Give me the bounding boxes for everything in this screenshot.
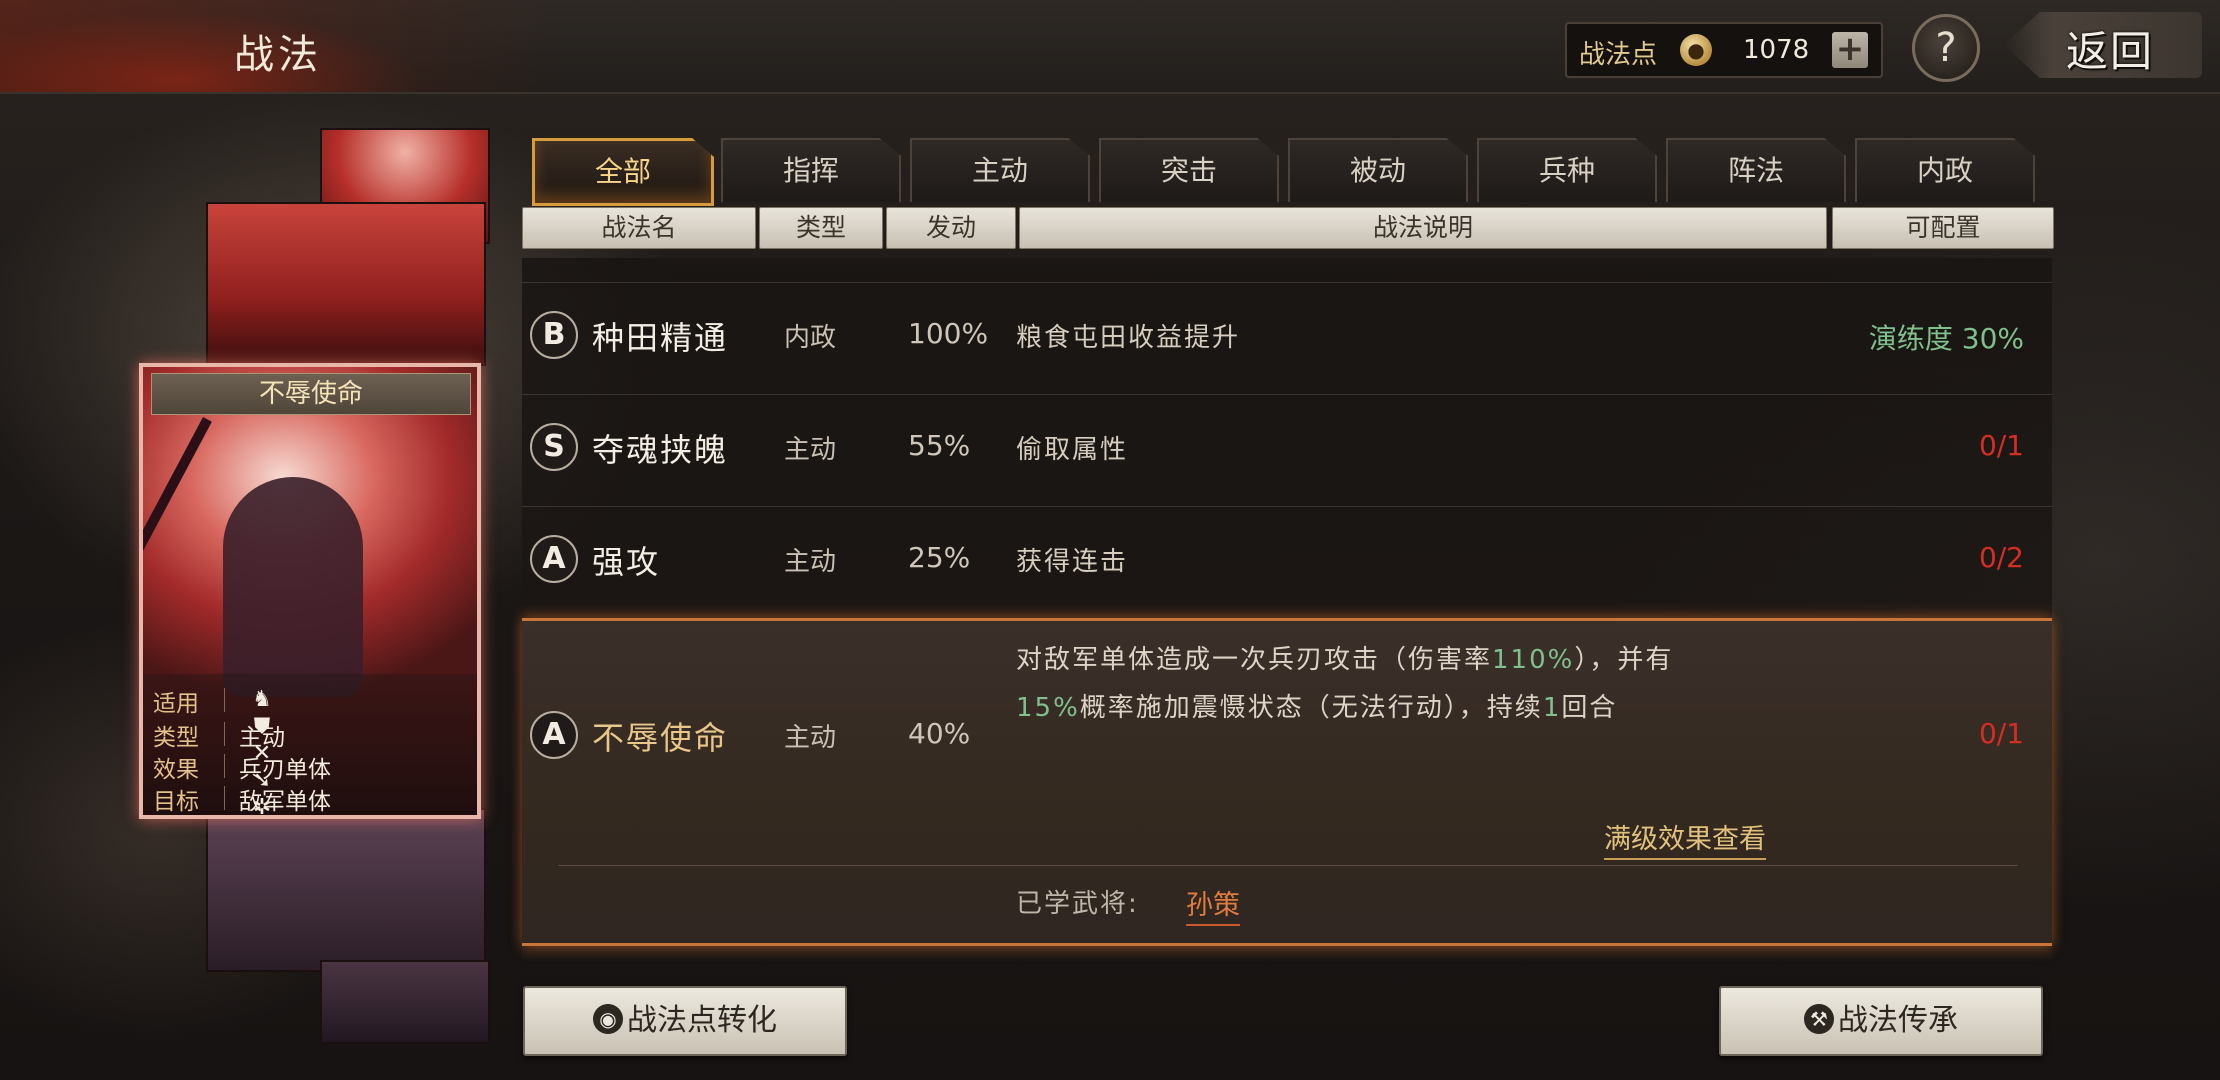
cavalry-icon: ♞ bbox=[252, 687, 272, 712]
tab-command[interactable]: 指挥 bbox=[721, 138, 901, 202]
skill-card-preview[interactable] bbox=[206, 808, 486, 972]
skill-points-label: 战法点 bbox=[1579, 40, 1658, 70]
top-bar: 战法 战法点 ● 1078 + ? 返回 bbox=[0, 0, 2220, 94]
grade-badge: B bbox=[530, 311, 578, 359]
column-header-type[interactable]: 类型 bbox=[759, 207, 883, 249]
divider bbox=[224, 786, 225, 810]
card-type-label: 类型 bbox=[153, 725, 199, 751]
column-header-rate[interactable]: 发动 bbox=[886, 207, 1016, 249]
card-target-label: 目标 bbox=[153, 789, 199, 815]
skill-point-icon: ◉ bbox=[593, 1004, 623, 1034]
skill-rate: 100% bbox=[908, 317, 989, 350]
damage-rate-value: 110% bbox=[1492, 645, 1575, 675]
table-row[interactable]: S 夺魂挟魄 主动 55% 偷取属性 0/1 bbox=[522, 394, 2052, 499]
card-apply-label: 适用 bbox=[153, 691, 199, 717]
skill-points-box: 战法点 ● 1078 + bbox=[1565, 22, 1883, 78]
description-text: 对敌军单体造成一次兵刃攻击（伤害率 bbox=[1016, 645, 1493, 675]
divider bbox=[224, 754, 225, 778]
skill-description: 获得连击 bbox=[1016, 547, 1129, 577]
description-text: 概率施加震慑状态（无法行动），持续 bbox=[1079, 693, 1543, 723]
tab-domestic[interactable]: 内政 bbox=[1855, 138, 2035, 202]
description-text: 回合 bbox=[1561, 693, 1618, 723]
add-points-button[interactable]: + bbox=[1832, 32, 1868, 68]
grade-badge: S bbox=[530, 423, 578, 471]
grade-badge: A bbox=[530, 535, 578, 583]
back-button[interactable]: 返回 bbox=[2004, 12, 2202, 78]
full-level-effect-link[interactable]: 满级效果查看 bbox=[1604, 817, 1766, 860]
warrior-illustration bbox=[223, 477, 363, 697]
skill-type: 内政 bbox=[784, 323, 837, 353]
learned-general-link[interactable]: 孙策 bbox=[1186, 883, 1240, 926]
divider bbox=[558, 865, 2018, 866]
card-type-value: 主动 bbox=[239, 725, 285, 751]
column-header-name[interactable]: 战法名 bbox=[522, 207, 756, 249]
inherit-skill-button[interactable]: ⚒ 战法传承 bbox=[1719, 986, 2043, 1056]
convert-points-button[interactable]: ◉ 战法点转化 bbox=[523, 986, 847, 1056]
description-text: ），并有 bbox=[1574, 645, 1674, 675]
card-target-value: 敌军单体 bbox=[239, 789, 331, 815]
tab-passive[interactable]: 被动 bbox=[1288, 138, 1468, 202]
card-effect-label: 效果 bbox=[153, 757, 199, 783]
skill-name: 夺魂挟魄 bbox=[592, 431, 729, 469]
skill-name: 强攻 bbox=[592, 543, 661, 581]
skill-name: 不辱使命 bbox=[592, 719, 729, 757]
skill-card-preview[interactable] bbox=[206, 202, 486, 366]
card-info-panel: 适用 ♞ ⛊ ✕ ➘ ✲ 类型 主动 效果 兵刃单体 目标 敌军单体 bbox=[143, 674, 477, 815]
skill-type: 主动 bbox=[784, 547, 837, 577]
skill-name: 种田精通 bbox=[592, 319, 729, 357]
skill-rate: 55% bbox=[908, 429, 971, 462]
skill-description-line: 15%概率施加震慑状态（无法行动），持续1回合 bbox=[1016, 687, 1617, 724]
skill-card-preview[interactable] bbox=[320, 960, 490, 1044]
grade-badge: A bbox=[530, 711, 578, 759]
table-row[interactable]: A 强攻 主动 25% 获得连击 0/2 bbox=[522, 506, 2052, 611]
skill-rate: 40% bbox=[908, 717, 971, 750]
card-effect-value: 兵刃单体 bbox=[239, 757, 331, 783]
hammer-icon: ⚒ bbox=[1804, 1004, 1834, 1034]
inherit-skill-label: 战法传承 bbox=[1838, 1003, 1958, 1038]
tab-assault[interactable]: 突击 bbox=[1099, 138, 1279, 202]
convert-points-label: 战法点转化 bbox=[627, 1003, 777, 1038]
skill-points-value: 1078 bbox=[1743, 35, 1810, 65]
selected-skill-row[interactable]: A 不辱使命 主动 40% 0/1 对敌军单体造成一次兵刃攻击（伤害率110%）… bbox=[522, 618, 2052, 946]
skill-config-status: 0/2 bbox=[1978, 541, 2024, 574]
skill-rate: 25% bbox=[908, 541, 971, 574]
skill-config-status: 0/1 bbox=[1978, 429, 2024, 462]
column-header-description: 战法说明 bbox=[1019, 207, 1827, 249]
tab-formation[interactable]: 阵法 bbox=[1666, 138, 1846, 202]
skill-point-coin-icon: ● bbox=[1680, 34, 1712, 66]
learned-generals-label: 已学武将: bbox=[1016, 889, 1139, 919]
skill-type: 主动 bbox=[784, 723, 837, 753]
skill-config-status: 0/1 bbox=[1978, 717, 2024, 750]
skill-type: 主动 bbox=[784, 435, 837, 465]
selected-skill-card[interactable]: 不辱使命 适用 ♞ ⛊ ✕ ➘ ✲ 类型 主动 效果 兵刃单体 目标 敌军单体 bbox=[139, 363, 481, 819]
duration-value: 1 bbox=[1542, 693, 1562, 723]
page-title: 战法 bbox=[234, 32, 322, 78]
tab-active[interactable]: 主动 bbox=[910, 138, 1090, 202]
skill-config-status: 演练度 30% bbox=[1868, 322, 2024, 355]
divider bbox=[224, 722, 225, 746]
tab-troop[interactable]: 兵种 bbox=[1477, 138, 1657, 202]
card-title: 不辱使命 bbox=[151, 373, 471, 415]
back-button-label: 返回 bbox=[2066, 27, 2155, 76]
column-header-config[interactable]: 可配置 bbox=[1832, 207, 2054, 249]
table-row[interactable]: B 种田精通 内政 100% 粮食屯田收益提升 演练度 30% bbox=[522, 282, 2052, 387]
help-button[interactable]: ? bbox=[1912, 14, 1980, 82]
skill-description-line: 对敌军单体造成一次兵刃攻击（伤害率110%），并有 bbox=[1016, 639, 1673, 676]
probability-value: 15% bbox=[1016, 693, 1080, 723]
tab-all[interactable]: 全部 bbox=[532, 138, 714, 206]
divider bbox=[224, 688, 225, 712]
skill-description: 偷取属性 bbox=[1016, 435, 1129, 465]
skill-description: 粮食屯田收益提升 bbox=[1016, 323, 1241, 353]
